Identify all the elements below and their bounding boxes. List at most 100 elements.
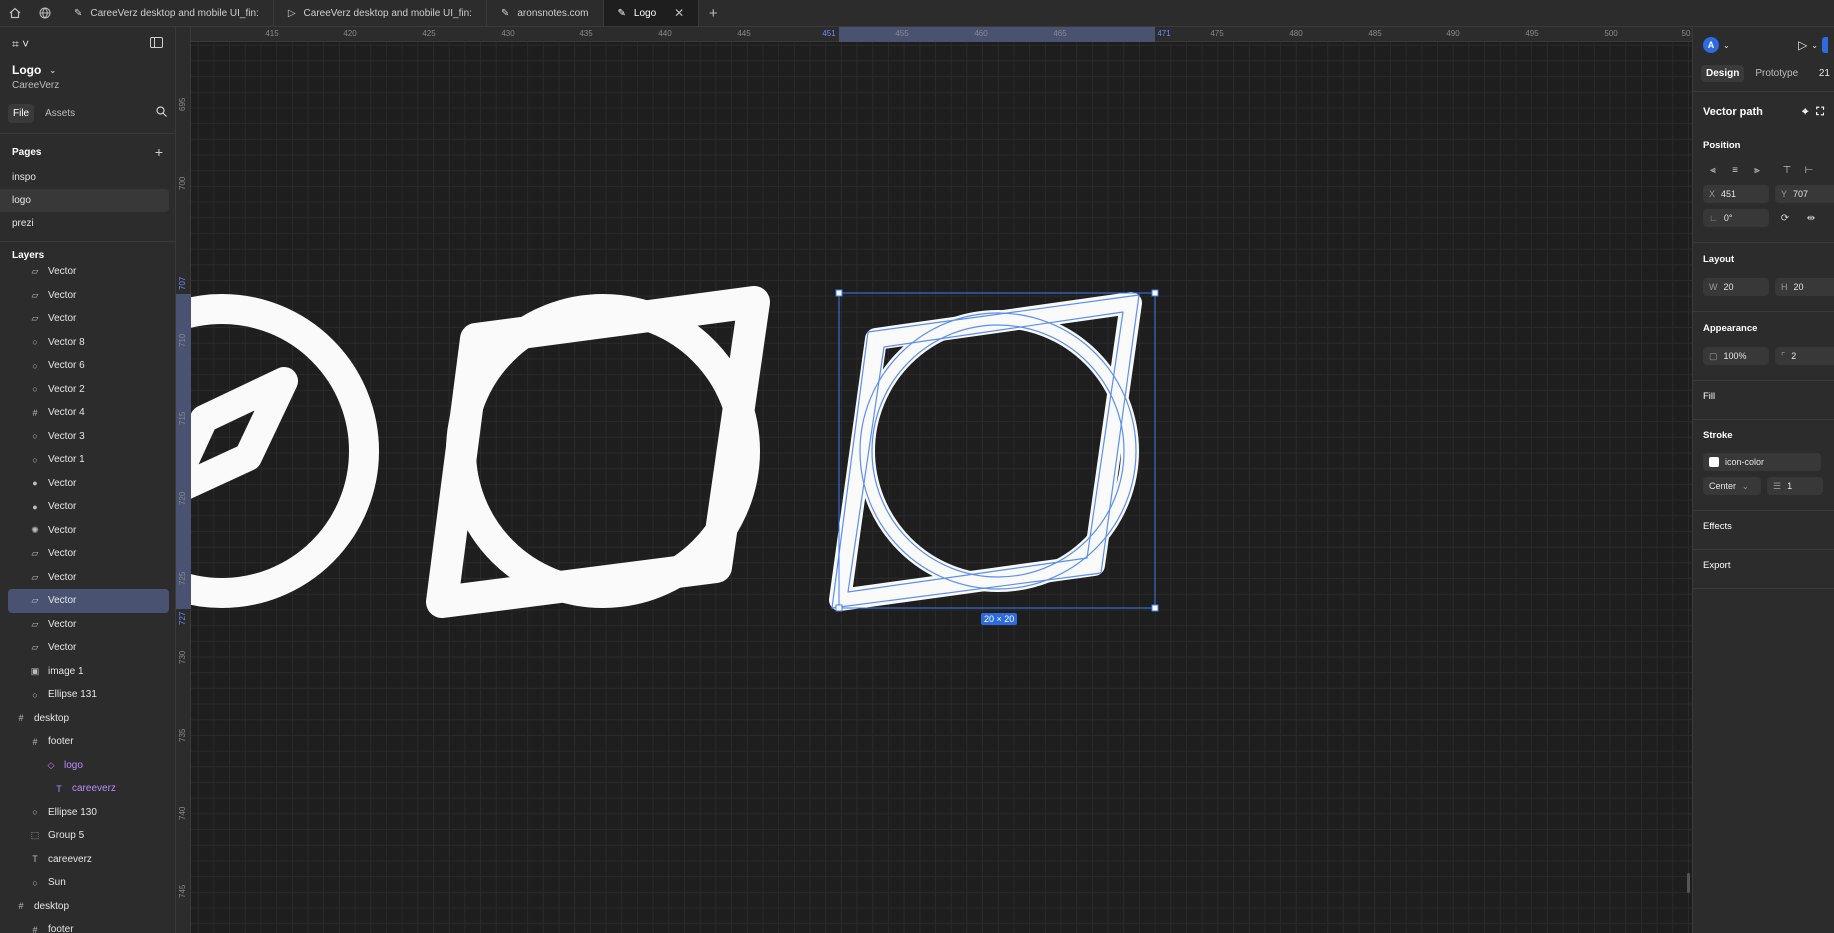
- ruler-tick-label: 460: [974, 29, 988, 38]
- layer-row[interactable]: ○ Ellipse 130: [8, 801, 169, 825]
- toggle-sidebar-icon[interactable]: [150, 37, 163, 51]
- ruler-tick-label: 471: [1157, 29, 1171, 38]
- circle-square-icon[interactable]: [426, 286, 770, 618]
- selected-vector-icon[interactable]: [829, 292, 1142, 611]
- file-title-text: Logo: [12, 63, 42, 77]
- layer-row[interactable]: Tcareeverz: [8, 777, 169, 801]
- zoom-level[interactable]: 21: [1819, 68, 1830, 79]
- layer-row[interactable]: # desktop: [8, 895, 169, 919]
- component-icon[interactable]: ⌖: [1802, 106, 1808, 119]
- layer-row[interactable]: # Vector 4: [8, 401, 169, 425]
- transform-icon[interactable]: ⛶: [1816, 106, 1824, 119]
- x-field[interactable]: X 451: [1703, 185, 1769, 203]
- layer-row[interactable]: ○ Vector 1: [8, 448, 169, 472]
- layer-row[interactable]: # footer: [8, 730, 169, 754]
- close-icon[interactable]: ✕: [674, 6, 684, 20]
- layer-row[interactable]: ▱ Vector: [8, 284, 169, 308]
- home-icon[interactable]: [0, 0, 30, 26]
- globe-icon[interactable]: [30, 0, 60, 26]
- rotate-icon[interactable]: ⟳: [1775, 209, 1795, 227]
- tab-design[interactable]: Design: [1701, 64, 1745, 82]
- layer-row[interactable]: Tcareeverz: [8, 848, 169, 872]
- layer-label: logo: [64, 759, 83, 771]
- avatar[interactable]: A: [1703, 37, 1719, 53]
- layer-label: Vector 3: [48, 430, 85, 442]
- layer-row[interactable]: ▱ Vector: [8, 636, 169, 660]
- layer-row[interactable]: ▱ Vector: [8, 307, 169, 331]
- page-item-prezi[interactable]: prezi: [0, 212, 169, 235]
- tab-assets[interactable]: Assets: [40, 104, 80, 123]
- layer-row[interactable]: ▱ Vector: [8, 613, 169, 637]
- layer-row[interactable]: ⬚ Group 5: [8, 824, 169, 848]
- layer-row[interactable]: ○ Ellipse 131: [8, 683, 169, 707]
- ruler-tick-label: 710: [178, 333, 187, 347]
- layer-row[interactable]: ○ Vector 2: [8, 378, 169, 402]
- search-icon[interactable]: [156, 106, 167, 120]
- layer-row[interactable]: ○ Vector 6: [8, 354, 169, 378]
- size-badge: 20 × 20: [981, 613, 1018, 625]
- chevron-down-icon[interactable]: ⌄: [1811, 41, 1818, 50]
- layer-row[interactable]: ✺ Vector: [8, 519, 169, 543]
- layer-row[interactable]: ▣ image 1: [8, 660, 169, 684]
- ruler-tick-label: 480: [1289, 29, 1303, 38]
- layer-row[interactable]: ▱ Vector: [8, 542, 169, 566]
- stroke-color-field[interactable]: icon-color: [1703, 453, 1821, 471]
- file-title[interactable]: Logo ⌄: [0, 55, 175, 77]
- stroke-align-select[interactable]: Center ⌄: [1703, 477, 1761, 495]
- frame-icon: #: [32, 407, 38, 418]
- layer-row[interactable]: ▱ Vector: [8, 260, 169, 284]
- play-icon[interactable]: ▷: [1798, 38, 1807, 52]
- figma-menu-icon[interactable]: ⌗ ˅: [12, 37, 29, 52]
- align-right-icon[interactable]: ⫸: [1747, 161, 1767, 179]
- chevron-down-icon[interactable]: ⌄: [1723, 41, 1730, 50]
- compass-icon[interactable]: [176, 294, 379, 608]
- layer-row[interactable]: ○ Sun: [8, 871, 169, 895]
- layer-row[interactable]: ○ Vector 8: [8, 331, 169, 355]
- layer-label: careeverz: [72, 783, 116, 795]
- fill-heading[interactable]: Fill: [1693, 381, 1834, 411]
- height-field[interactable]: H 20: [1775, 278, 1834, 296]
- tab-careeverz-design[interactable]: ✎ CareeVerz desktop and mobile UI_fin:: [60, 0, 274, 26]
- tab-aronsnotes[interactable]: ✎ aronsnotes.com: [487, 0, 604, 26]
- layer-row[interactable]: ▱ Vector: [8, 589, 169, 613]
- ruler-tick-label: 451: [822, 29, 836, 38]
- align-left-icon[interactable]: ⫷: [1703, 161, 1723, 179]
- page-item-inspo[interactable]: inspo: [0, 166, 169, 189]
- layer-label: Vector: [48, 266, 77, 278]
- tab-file[interactable]: File: [8, 103, 35, 123]
- tab-logo[interactable]: ✎ Logo ✕: [603, 0, 700, 26]
- tab-prototype[interactable]: Prototype: [1750, 65, 1803, 82]
- effects-heading[interactable]: Effects: [1693, 511, 1834, 541]
- layer-row[interactable]: # desktop: [8, 707, 169, 731]
- width-field[interactable]: W 20: [1703, 278, 1769, 296]
- rotation-field[interactable]: ∟ 0°: [1703, 209, 1769, 227]
- frame-icon: #: [32, 736, 38, 747]
- align-middle-icon[interactable]: ⊢: [1799, 161, 1819, 179]
- flip-icon[interactable]: ⇹: [1801, 209, 1821, 227]
- stroke-weight-field[interactable]: ☰ 1: [1767, 477, 1823, 495]
- align-top-icon[interactable]: ⊤: [1777, 161, 1797, 179]
- align-center-icon[interactable]: ≡: [1725, 161, 1745, 179]
- canvas[interactable]: [176, 27, 1692, 933]
- layer-row[interactable]: ○ Vector 3: [8, 425, 169, 449]
- layer-row[interactable]: ◇ logo: [8, 754, 169, 778]
- corner-radius-field[interactable]: ⌜ 2: [1775, 347, 1834, 365]
- ruler-tick-label: 695: [178, 97, 187, 111]
- add-page-icon[interactable]: +: [155, 144, 163, 160]
- layer-row[interactable]: ▱ Vector: [8, 566, 169, 590]
- layer-row[interactable]: ● Vector: [8, 472, 169, 496]
- canvas-scrollbar[interactable]: [1687, 873, 1690, 893]
- y-field[interactable]: Y 707: [1775, 185, 1834, 203]
- layer-row[interactable]: # footer: [8, 918, 169, 933]
- tab-careeverz-prototype[interactable]: ▷ CareeVerz desktop and mobile UI_fin:: [274, 0, 487, 26]
- page-item-logo[interactable]: logo: [0, 189, 169, 212]
- share-button[interactable]: [1822, 37, 1828, 53]
- opacity-field[interactable]: ▢ 100%: [1703, 347, 1769, 365]
- left-panel: ⌗ ˅ Logo ⌄ CareeVerz File Assets Pages +…: [0, 27, 176, 933]
- layer-label: Vector 2: [48, 383, 85, 395]
- export-heading[interactable]: Export: [1693, 550, 1834, 580]
- path-icon: ▱: [31, 618, 39, 629]
- layer-row[interactable]: ● Vector: [8, 495, 169, 519]
- layer-label: Vector 8: [48, 336, 85, 348]
- new-tab-button[interactable]: +: [699, 0, 727, 26]
